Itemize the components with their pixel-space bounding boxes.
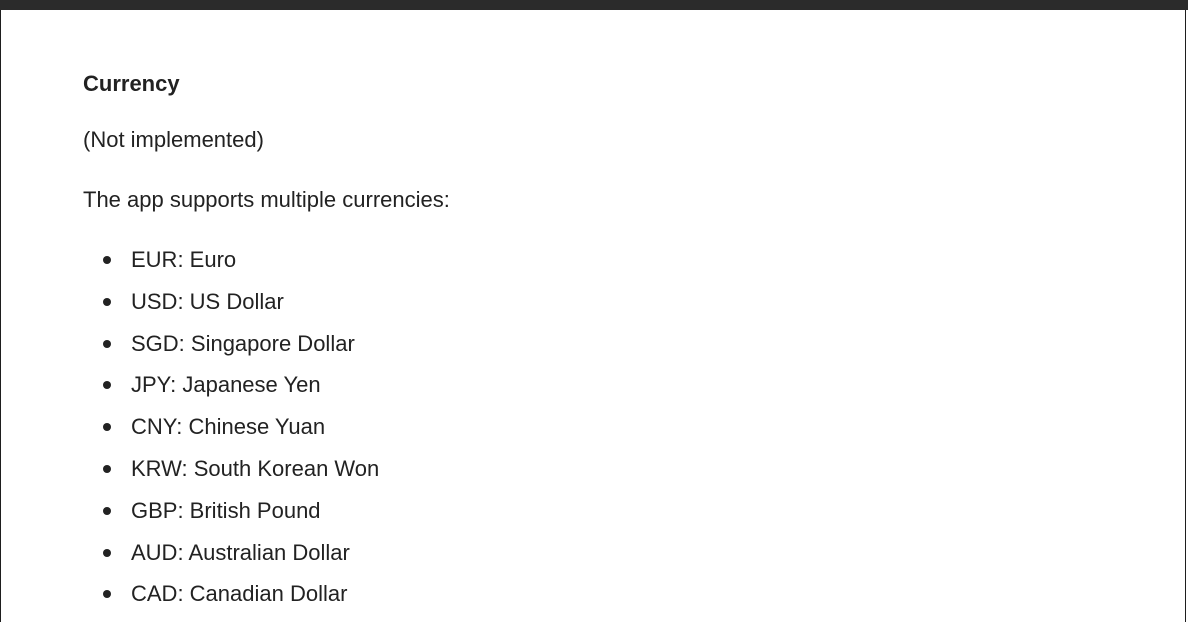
bullet-icon — [103, 548, 111, 557]
currency-label: CAD: Canadian Dollar — [131, 581, 348, 607]
bullet-icon — [103, 381, 111, 390]
currency-label: USD: US Dollar — [131, 288, 284, 314]
bullet-icon — [103, 423, 111, 432]
bullet-icon — [103, 339, 111, 348]
implementation-note: (Not implemented) — [83, 127, 264, 152]
currency-label: KRW: South Korean Won — [131, 455, 380, 481]
currency-label: GBP: British Pound — [131, 497, 321, 523]
currency-label: CNY: Chinese Yuan — [131, 414, 326, 440]
bullet-icon — [103, 256, 111, 264]
bullet-icon — [103, 506, 111, 515]
currency-label: AUD: Australian Dollar — [131, 539, 350, 565]
window-top-bar — [0, 0, 1188, 10]
intro-text: The app supports multiple currencies: — [83, 187, 450, 212]
currency-label: JPY: Japanese Yen — [131, 372, 321, 398]
bullet-icon — [103, 464, 111, 473]
currency-label: SGD: Singapore Dollar — [131, 330, 355, 356]
currency-label: EUR: Euro — [131, 247, 237, 272]
bullet-icon — [103, 590, 111, 599]
section-heading: Currency — [83, 71, 180, 96]
document-panel: Currency (Not implemented) The app suppo… — [0, 10, 1186, 622]
bullet-icon — [103, 297, 111, 306]
